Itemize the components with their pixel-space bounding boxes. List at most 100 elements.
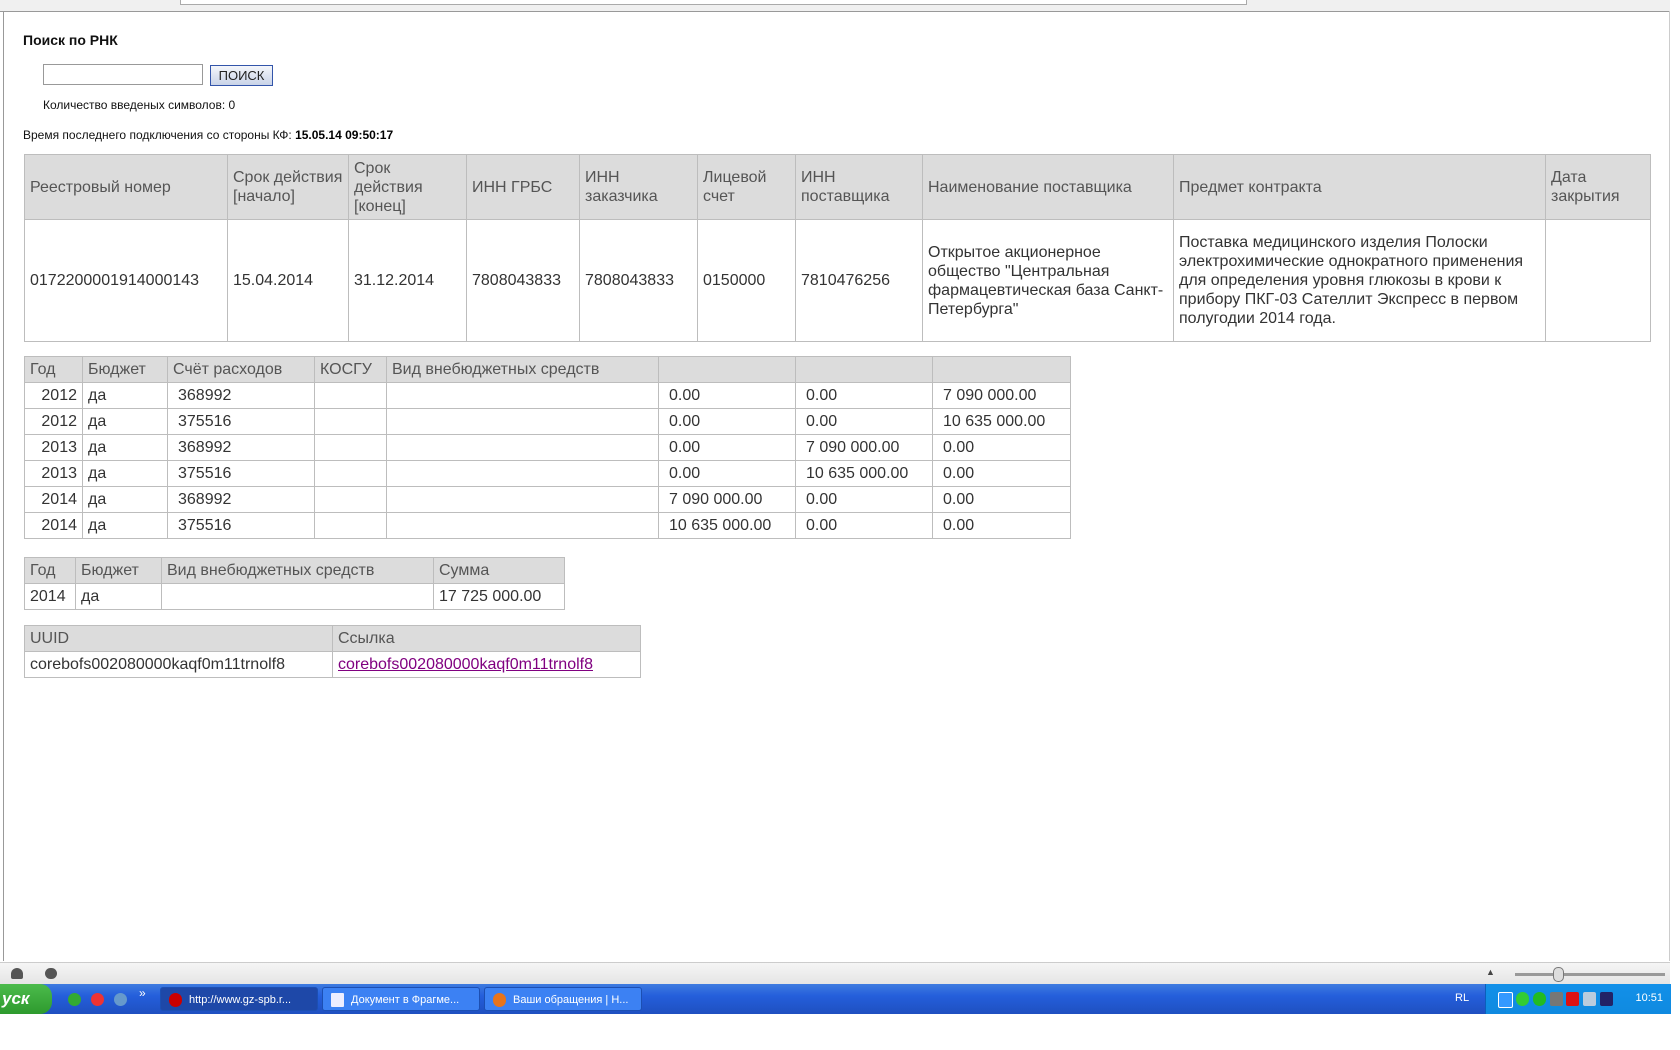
browser-statusbar: ▲ xyxy=(0,962,1670,985)
uuid-cell: corebofs002080000kaqf0m11trnolf8 xyxy=(24,651,333,678)
table-cell: 368992 xyxy=(167,434,315,461)
table-cell: да xyxy=(82,460,168,487)
zoom-slider[interactable] xyxy=(1515,973,1665,976)
table-cell xyxy=(314,486,387,513)
table-row: 2014 да 375516 10 635 000.00 0.00 0.00 xyxy=(24,512,1071,539)
last-connection-label: Время последнего подключения со стороны … xyxy=(23,128,292,142)
column-header: Год xyxy=(24,557,76,584)
table-cell: 2014 xyxy=(24,583,76,610)
task-firefox[interactable]: Ваши обращения | Н... xyxy=(484,987,642,1011)
task-label: Документ в Фрагме... xyxy=(351,994,460,1006)
speed-dial-icon[interactable] xyxy=(45,968,57,979)
table-cell: 0.00 xyxy=(795,382,933,409)
network-icon[interactable] xyxy=(1533,992,1546,1006)
char-counter: Количество введеных символов: 0 xyxy=(43,98,236,112)
uuid-link[interactable]: corebofs002080000kaqf0m11trnolf8 xyxy=(338,656,593,673)
table-cell xyxy=(314,460,387,487)
address-bar[interactable] xyxy=(180,0,1247,5)
table-cell: 0.00 xyxy=(795,486,933,513)
table-cell: 7 090 000.00 xyxy=(932,382,1071,409)
search-input[interactable] xyxy=(43,64,203,85)
column-header: Наименование поставщика xyxy=(922,154,1174,220)
table-cell: 0.00 xyxy=(932,460,1071,487)
table-header-row: UUID Ссылка xyxy=(24,625,641,652)
table-cell xyxy=(314,512,387,539)
column-header: Счёт расходов xyxy=(167,356,315,383)
last-connection-value: 15.05.14 09:50:17 xyxy=(295,128,394,142)
kaspersky-icon[interactable] xyxy=(1566,992,1579,1006)
table-row: 2012 да 375516 0.00 0.00 10 635 000.00 xyxy=(24,408,1071,435)
column-header: Год xyxy=(24,356,83,383)
table-row: corebofs002080000kaqf0m11trnolf8 corebof… xyxy=(24,651,641,678)
search-button[interactable]: ПОИСК xyxy=(210,65,273,86)
taskbar: уск » http://www.gz-spb.r... Документ в … xyxy=(0,984,1671,1014)
table-cell: 375516 xyxy=(167,460,315,487)
column-header: Дата закрытия xyxy=(1545,154,1651,220)
link-cell: corebofs002080000kaqf0m11trnolf8 xyxy=(332,651,641,678)
table-cell: 368992 xyxy=(167,486,315,513)
table-cell: 0150000 xyxy=(697,219,796,342)
table-cell xyxy=(314,382,387,409)
table-cell xyxy=(386,460,659,487)
table-cell: 0.00 xyxy=(795,512,933,539)
table-cell: 0.00 xyxy=(658,434,796,461)
table-cell: да xyxy=(75,583,162,610)
update-icon[interactable] xyxy=(1498,992,1513,1008)
table-header-row: Год Бюджет Счёт расходов КОСГУ Вид внебюджет… xyxy=(24,356,1071,383)
table-cell: 31.12.2014 xyxy=(348,219,467,342)
column-header: Лицевой счет xyxy=(697,154,796,220)
window-border xyxy=(1669,11,1670,961)
contract-table: Реестровый номер Срок действия [начало] Ср… xyxy=(24,154,1651,342)
table-cell: 375516 xyxy=(167,408,315,435)
table-cell: 10 635 000.00 xyxy=(658,512,796,539)
table-cell: Открытое акционерное общество "Центральн… xyxy=(922,219,1174,342)
task-label: Ваши обращения | Н... xyxy=(513,994,629,1006)
table-cell: 15.04.2014 xyxy=(227,219,349,342)
sum-table: Год Бюджет Вид внебюджетных средств Сумма 20… xyxy=(24,557,565,610)
browser-toolbar xyxy=(0,0,1670,12)
column-header xyxy=(658,356,796,383)
icq-icon[interactable] xyxy=(1516,992,1529,1006)
table-header-row: Год Бюджет Вид внебюджетных средств Сумма xyxy=(24,557,565,584)
uuid-table: UUID Ссылка corebofs002080000kaqf0m11trn… xyxy=(24,625,641,678)
table-cell xyxy=(161,583,434,610)
column-header: UUID xyxy=(24,625,333,652)
table-cell xyxy=(314,408,387,435)
table-cell xyxy=(386,486,659,513)
volume-icon[interactable] xyxy=(1583,992,1596,1006)
task-label: http://www.gz-spb.r... xyxy=(189,994,292,1006)
arrow-up-icon[interactable]: ▲ xyxy=(1486,967,1495,977)
table-row: 0172200001914000143 15.04.2014 31.12.2014 7… xyxy=(24,219,1651,342)
opera-icon xyxy=(169,993,182,1007)
monitor-icon[interactable] xyxy=(1600,992,1613,1006)
column-header: Предмет контракта xyxy=(1173,154,1546,220)
start-button[interactable]: уск xyxy=(0,984,52,1014)
column-header: Срок действия [конец] xyxy=(348,154,467,220)
task-opera[interactable]: http://www.gz-spb.r... xyxy=(160,987,318,1011)
table-row: 2012 да 368992 0.00 0.00 7 090 000.00 xyxy=(24,382,1071,409)
task-word[interactable]: Документ в Фрагме... xyxy=(322,987,480,1011)
table-cell: да xyxy=(82,408,168,435)
table-row: 2014 да 17 725 000.00 xyxy=(24,583,565,610)
table-cell: 0.00 xyxy=(932,486,1071,513)
chrome-icon[interactable] xyxy=(91,993,104,1006)
language-indicator[interactable]: RL xyxy=(1455,992,1469,1004)
table-cell: 2014 xyxy=(24,512,83,539)
browser-icon[interactable] xyxy=(114,993,127,1006)
table-cell: 17 725 000.00 xyxy=(433,583,565,610)
column-header: Срок действия [начало] xyxy=(227,154,349,220)
more-icon[interactable]: » xyxy=(139,986,146,1000)
table-cell: 2013 xyxy=(24,434,83,461)
zoom-slider-handle[interactable] xyxy=(1553,967,1564,982)
table-cell xyxy=(386,408,659,435)
table-cell xyxy=(386,382,659,409)
table-cell: да xyxy=(82,434,168,461)
table-row: 2014 да 368992 7 090 000.00 0.00 0.00 xyxy=(24,486,1071,513)
icq-icon[interactable] xyxy=(68,993,81,1006)
connection-icon[interactable] xyxy=(1550,992,1563,1006)
word-icon xyxy=(331,993,344,1007)
search-title: Поиск по РНК xyxy=(23,32,118,48)
table-cell: 0.00 xyxy=(658,408,796,435)
cloud-icon[interactable] xyxy=(11,968,23,979)
column-header: Сумма xyxy=(433,557,565,584)
